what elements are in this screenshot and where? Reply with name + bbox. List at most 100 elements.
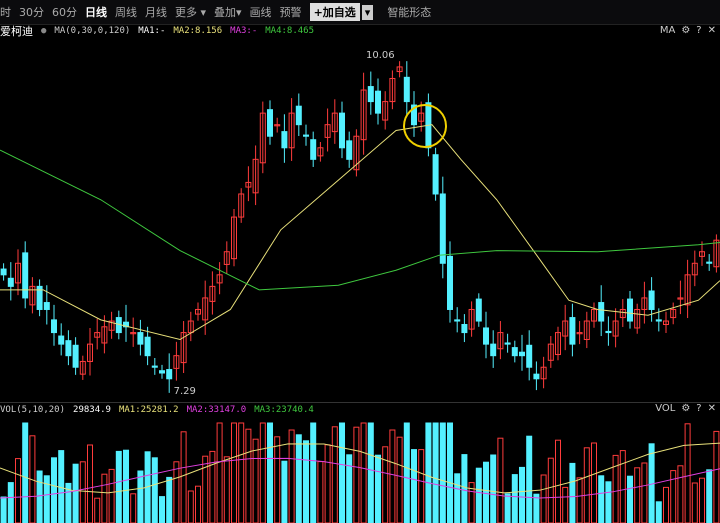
toolbar-item[interactable]: 更多 ▾ [175,4,206,20]
candle-body [533,373,540,380]
candle-body [648,290,655,310]
candle-body [72,344,79,368]
volume-bar [562,486,569,523]
volume-bar [94,497,101,523]
volume-bar [43,475,50,523]
vol-value: 29834.9 [73,405,111,415]
close-icon[interactable]: ✕ [708,25,716,36]
vol-ma1: MA1:25281.2 [118,405,179,415]
candle-body [303,134,309,137]
volume-bar [389,429,396,523]
volume-bar [547,457,554,523]
vol-ma2-line [0,457,720,499]
help-icon[interactable]: ? [696,403,701,414]
toolbar-item[interactable]: 日线 [85,4,107,20]
candle-body [43,302,50,310]
volume-bar [403,422,410,523]
price-chart[interactable]: 10.06 7.29 [0,38,720,408]
candle-body [295,105,302,126]
volume-bar [360,422,367,523]
volume-bar [303,440,309,523]
candle-body [569,317,576,345]
volume-bar [619,450,626,523]
volume-bar [231,422,237,523]
gear-icon[interactable]: ⚙ [681,25,690,36]
candle-body [151,365,158,368]
volume-bar [425,422,432,523]
volume-bar [583,447,590,523]
candle-body [51,319,57,334]
candle-body [511,347,518,357]
volume-bar [533,493,540,523]
volume-bar [367,422,374,523]
candle-body [627,298,633,322]
candle-body [475,298,482,322]
toolbar-item[interactable]: 30分 [19,4,44,20]
candle-body [655,319,662,322]
candle-body [504,342,511,345]
candle-body [461,323,468,334]
volume-bar [598,475,605,523]
toolbar-item[interactable]: 时 [0,4,11,20]
close-icon[interactable]: ✕ [708,403,716,414]
volume-bar [439,422,446,523]
candle-body [706,261,713,264]
low-price-label: 7.29 [174,386,196,397]
volume-bar [511,474,518,523]
volume-bar [324,444,331,523]
ma-label: MA(0,30,0,120) [54,26,131,36]
volume-bar [627,475,633,523]
ma3-value: MA3:- [230,26,258,36]
ma-indicator-button[interactable]: MA [660,25,675,36]
volume-bar [195,485,201,523]
volume-bar [691,482,698,523]
candle-body [346,140,353,160]
volume-bar [101,473,108,523]
volume-bar [418,449,425,523]
volume-bar [713,430,720,523]
candle-body [375,90,381,114]
add-favorite-button[interactable]: +加自选 [309,3,360,21]
toolbar-item[interactable]: 周线 [115,4,137,20]
add-favorite-dropdown[interactable]: ▾ [361,4,374,20]
volume-bar [706,469,713,523]
candle-body [490,343,497,357]
toolbar-item[interactable]: 月线 [145,4,167,20]
volume-bar [115,450,122,523]
volume-bar [223,456,230,523]
volume-bar [79,461,86,523]
toolbar-item[interactable]: 60分 [52,4,77,20]
smart-pattern-button[interactable]: 智能形态 [387,4,431,20]
help-icon[interactable]: ? [696,25,701,36]
volume-bar [252,438,259,523]
volume-bar [490,454,497,523]
volume-chart[interactable] [0,418,720,523]
volume-bar [130,493,137,523]
candle-body [339,112,345,149]
vol-indicator-button[interactable]: VOL [655,403,675,414]
ma2-value: MA2:8.156 [173,26,223,36]
volume-bar [483,461,489,523]
ma4-value: MA4:8.465 [265,26,315,36]
vol-chart-controls: VOL ⚙ ? ✕ [655,403,716,414]
high-price-label: 10.06 [366,50,395,61]
toolbar-item[interactable]: 叠加▾ [214,4,242,20]
volume-bar [36,470,43,523]
candle-body [483,327,489,345]
volume-bar [591,442,597,523]
volume-bar [382,446,389,523]
volume-bar [72,463,79,523]
gear-icon[interactable]: ⚙ [681,403,690,414]
volume-bar [166,476,173,523]
volume-bar [331,426,338,523]
volume-bar [238,422,245,523]
volume-bar [22,422,29,523]
toolbar-item[interactable]: 预警 [280,4,302,20]
ma-settings-dot[interactable]: ● [41,26,46,36]
vol-ma2: MA2:33147.0 [186,405,247,415]
toolbar-item[interactable]: 画线 [250,4,272,20]
volume-bar [87,444,93,523]
volume-bar [51,457,57,523]
volume-bar [540,474,547,523]
volume-bar [504,493,511,523]
